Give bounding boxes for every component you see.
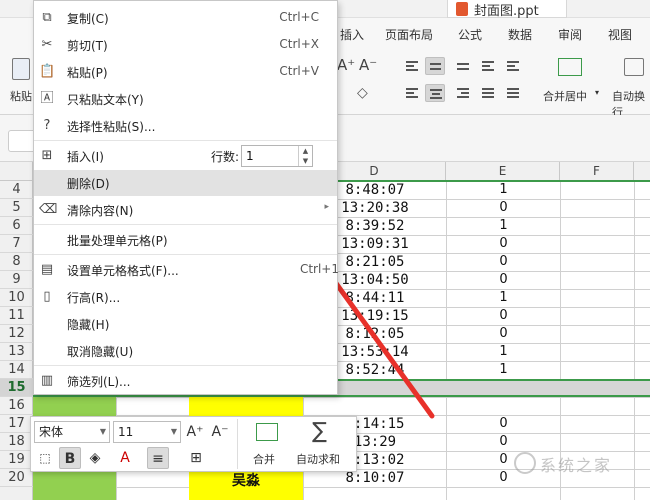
menu-item-copy-shortcut: Ctrl+C xyxy=(279,10,319,24)
menu-item-copy[interactable]: ⧉ 复制(C) Ctrl+C xyxy=(34,5,337,31)
autosum-label[interactable]: 自动求和 xyxy=(296,451,340,467)
align-center-icon[interactable]: ≡ xyxy=(147,447,169,469)
spin-up-icon[interactable]: ▲ xyxy=(298,146,312,156)
menu-item-cut-shortcut: Ctrl+X xyxy=(279,37,319,51)
context-menu: ⧉ 复制(C) Ctrl+C ✂ 剪切(T) Ctrl+X 📋 粘贴(P) Ct… xyxy=(33,0,339,395)
menu-item-format-cells[interactable]: ▤ 设置单元格格式(F)... Ctrl+1 xyxy=(34,257,339,283)
menu-item-paste-special-label: 选择性粘贴(S)... xyxy=(67,120,156,134)
font-name-select[interactable]: 宋体 ▼ xyxy=(34,421,110,443)
menu-item-paste-shortcut: Ctrl+V xyxy=(279,64,319,78)
format-cells-icon: ▤ xyxy=(40,262,54,277)
menu-separator xyxy=(34,224,337,225)
increase-font-icon[interactable]: A⁺ xyxy=(184,421,206,443)
menu-separator xyxy=(34,140,337,141)
menu-item-hide-label: 隐藏(H) xyxy=(67,318,110,332)
toolbar-divider xyxy=(237,419,238,469)
menu-item-filter[interactable]: ▥ 筛选列(L)... xyxy=(34,368,337,394)
filter-columns-icon: ▥ xyxy=(40,373,54,388)
font-size-select[interactable]: 11 ▼ xyxy=(113,421,181,443)
insert-icon: ⊞ xyxy=(41,148,53,163)
menu-item-delete-label: 删除(D) xyxy=(67,177,110,191)
menu-item-row-height-label: 行高(R)... xyxy=(67,291,121,305)
menu-item-filter-label: 筛选列(L)... xyxy=(67,375,131,389)
mini-toolbar: 宋体 ▼ 11 ▼ A⁺ A⁻ ⬚ B ◈ A ≡ ⊞ 合并 ∑ 自动求和 xyxy=(30,416,357,472)
watermark-logo-icon xyxy=(514,452,536,474)
row-count-label: 行数: xyxy=(211,150,240,164)
merge-label[interactable]: 合并 xyxy=(253,451,275,467)
bold-icon[interactable]: B xyxy=(59,447,81,469)
scissors-icon: ✂ xyxy=(41,37,53,52)
watermark-text: 系统之家 xyxy=(540,456,613,475)
borders-icon[interactable]: ⊞ xyxy=(185,447,207,469)
row-count-stepper[interactable]: 1 ▲ ▼ xyxy=(241,145,313,167)
menu-item-row-height[interactable]: ▯ 行高(R)... xyxy=(34,284,337,310)
menu-separator xyxy=(34,254,337,255)
decrease-font-icon[interactable]: A⁻ xyxy=(209,421,231,443)
menu-item-cut-label: 剪切(T) xyxy=(67,39,108,53)
menu-item-format-cells-shortcut: Ctrl+1 xyxy=(299,262,339,276)
paste-special-icon: ? xyxy=(43,118,51,133)
menu-item-clear[interactable]: ⌫ 清除内容(N) ▸ xyxy=(34,197,337,223)
menu-item-hide[interactable]: 隐藏(H) xyxy=(34,311,337,337)
font-color-icon[interactable]: A xyxy=(114,447,136,469)
menu-item-paste-special[interactable]: ? 选择性粘贴(S)... xyxy=(34,113,337,139)
menu-separator xyxy=(34,365,337,366)
paste-text-icon: 🄰 xyxy=(40,91,54,106)
menu-item-paste[interactable]: 📋 粘贴(P) Ctrl+V xyxy=(34,59,337,85)
menu-item-cut[interactable]: ✂ 剪切(T) Ctrl+X xyxy=(34,32,337,58)
menu-item-paste-text-label: 只粘贴文本(Y) xyxy=(67,93,144,107)
copy-icon: ⧉ xyxy=(42,10,52,25)
menu-item-paste-text[interactable]: 🄰 只粘贴文本(Y) xyxy=(34,86,337,112)
merge-icon[interactable] xyxy=(256,423,278,441)
menu-item-batch-label: 批量处理单元格(P) xyxy=(67,234,168,248)
menu-item-copy-label: 复制(C) xyxy=(67,12,109,26)
font-size-value: 11 xyxy=(118,425,134,439)
submenu-arrow-icon: ▸ xyxy=(324,202,329,212)
eraser-clear-icon: ⌫ xyxy=(39,202,58,217)
menu-item-insert-label: 插入(I) xyxy=(67,150,104,164)
sum-icon[interactable]: ∑ xyxy=(312,419,327,444)
fill-color-icon[interactable]: ◈ xyxy=(84,447,106,469)
row-height-icon: ▯ xyxy=(43,289,51,304)
menu-item-delete[interactable]: 删除(D) xyxy=(34,170,337,196)
menu-item-insert[interactable]: ⊞ 插入(I) 行数: 1 ▲ ▼ xyxy=(34,143,337,169)
menu-item-clear-label: 清除内容(N) xyxy=(67,204,134,218)
menu-item-paste-label: 粘贴(P) xyxy=(67,66,108,80)
row-count-value[interactable]: 1 xyxy=(246,149,254,163)
menu-item-batch[interactable]: 批量处理单元格(P) xyxy=(34,227,337,253)
chevron-down-icon: ▼ xyxy=(170,427,177,436)
font-name-value: 宋体 xyxy=(39,425,64,439)
watermark: 系统之家 xyxy=(510,448,645,478)
chevron-down-icon: ▼ xyxy=(99,427,106,436)
menu-item-format-cells-label: 设置单元格格式(F)... xyxy=(67,264,179,278)
paste-clipboard-icon: 📋 xyxy=(39,64,56,79)
menu-item-unhide-label: 取消隐藏(U) xyxy=(67,345,134,359)
menu-item-unhide[interactable]: 取消隐藏(U) xyxy=(34,338,337,364)
spin-down-icon[interactable]: ▼ xyxy=(298,156,312,166)
format-painter-icon[interactable]: ⬚ xyxy=(34,447,56,469)
